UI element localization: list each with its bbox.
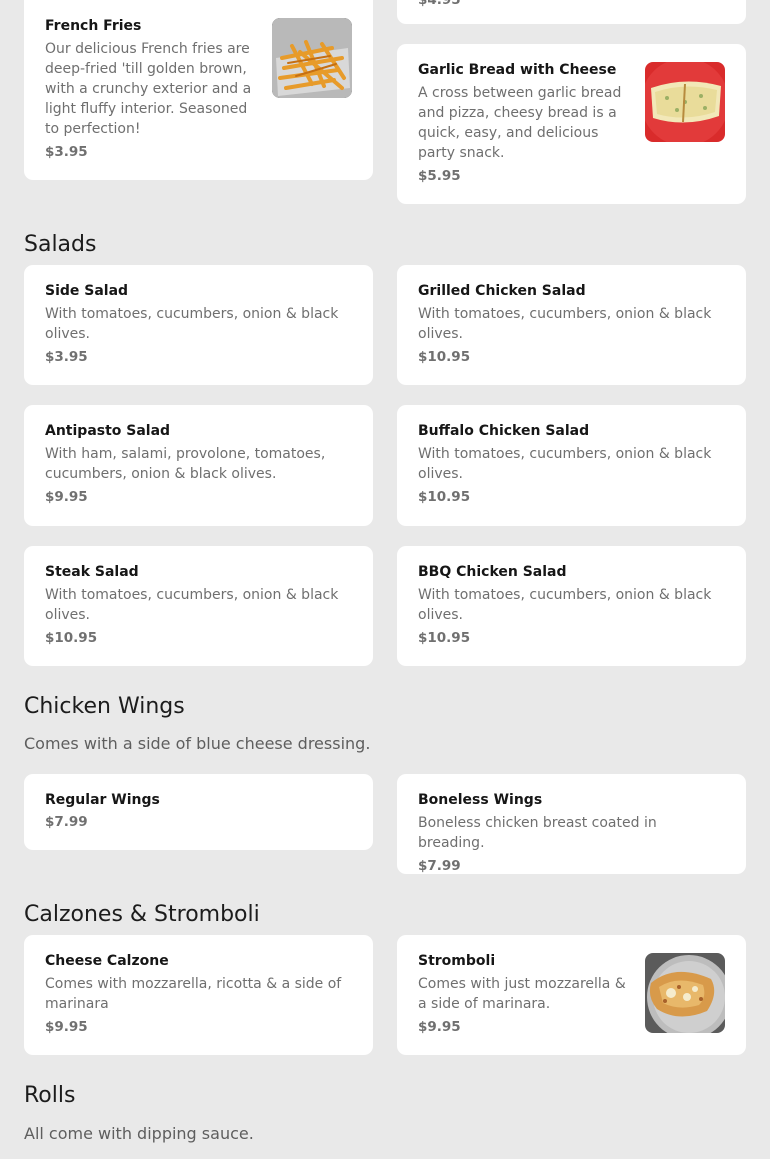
item-price: $4.95 (418, 0, 461, 8)
item-price: $9.95 (45, 489, 88, 505)
item-price: $9.95 (45, 1019, 88, 1035)
item-description: Comes with just mozzarella & a side of m… (418, 976, 626, 1012)
item-name: Boneless Wings (418, 792, 543, 808)
item-price: $9.95 (418, 1019, 461, 1035)
item-name: Grilled Chicken Salad (418, 283, 586, 299)
item-description: With tomatoes, cucumbers, onion & black … (418, 446, 712, 482)
menu-item-grilled-chicken-salad[interactable]: Grilled Chicken Salad With tomatoes, cuc… (397, 265, 746, 385)
menu-item-cheese-calzone[interactable]: Cheese Calzone Comes with mozzarella, ri… (24, 935, 373, 1055)
item-price: $10.95 (418, 349, 471, 365)
item-description: With tomatoes, cucumbers, onion & black … (45, 306, 339, 342)
french-fries-photo (272, 18, 352, 98)
section-title-chicken-wings: Chicken Wings (24, 694, 185, 719)
item-price: $7.99 (45, 814, 88, 830)
section-note-rolls: All come with dipping sauce. (24, 1124, 254, 1143)
menu-item-buffalo-chicken-salad[interactable]: Buffalo Chicken Salad With tomatoes, cuc… (397, 405, 746, 526)
item-description: With tomatoes, cucumbers, onion & black … (45, 587, 339, 623)
item-description: With tomatoes, cucumbers, onion & black … (418, 306, 712, 342)
item-price: $10.95 (45, 630, 98, 646)
menu-item-steak-salad[interactable]: Steak Salad With tomatoes, cucumbers, on… (24, 546, 373, 666)
item-price: $7.99 (418, 858, 461, 874)
item-description: Boneless chicken breast coated in breadi… (418, 815, 657, 851)
section-title-calzones: Calzones & Stromboli (24, 902, 260, 927)
menu-item-card-cutoff[interactable]: $4.95 (397, 0, 746, 24)
item-description: Comes with mozzarella, ricotta & a side … (45, 976, 342, 1012)
item-name: Side Salad (45, 283, 129, 299)
section-title-salads: Salads (24, 232, 97, 257)
menu-item-stromboli[interactable]: Stromboli Comes with just mozzarella & a… (397, 935, 746, 1055)
item-name: Regular Wings (45, 792, 160, 808)
menu-item-bbq-chicken-salad[interactable]: BBQ Chicken Salad With tomatoes, cucumbe… (397, 546, 746, 666)
item-name: Cheese Calzone (45, 953, 169, 969)
menu-item-regular-wings[interactable]: Regular Wings $7.99 (24, 774, 373, 850)
item-name: Buffalo Chicken Salad (418, 423, 590, 439)
item-name: Stromboli (418, 953, 496, 969)
stromboli-photo (645, 953, 725, 1033)
item-description: With ham, salami, provolone, tomatoes, c… (45, 446, 326, 482)
item-description: Our delicious French fries are deep-frie… (45, 41, 252, 137)
item-description: With tomatoes, cucumbers, onion & black … (418, 587, 712, 623)
item-description: A cross between garlic bread and pizza, … (418, 85, 622, 161)
menu-item-boneless-wings[interactable]: Boneless Wings Boneless chicken breast c… (397, 774, 746, 874)
menu-item-french-fries[interactable]: French Fries Our delicious French fries … (24, 0, 373, 180)
item-name: Antipasto Salad (45, 423, 171, 439)
item-name: Steak Salad (45, 564, 139, 580)
section-note-chicken-wings: Comes with a side of blue cheese dressin… (24, 734, 371, 753)
menu-item-side-salad[interactable]: Side Salad With tomatoes, cucumbers, oni… (24, 265, 373, 385)
item-name: BBQ Chicken Salad (418, 564, 567, 580)
menu-item-antipasto-salad[interactable]: Antipasto Salad With ham, salami, provol… (24, 405, 373, 526)
menu-item-garlic-bread[interactable]: Garlic Bread with Cheese A cross between… (397, 44, 746, 204)
garlic-bread-photo (645, 62, 725, 142)
item-name: French Fries (45, 18, 142, 34)
item-price: $3.95 (45, 349, 88, 365)
item-price: $10.95 (418, 630, 471, 646)
item-name: Garlic Bread with Cheese (418, 62, 617, 78)
section-title-rolls: Rolls (24, 1083, 76, 1108)
item-price: $3.95 (45, 144, 88, 160)
item-price: $5.95 (418, 168, 461, 184)
item-price: $10.95 (418, 489, 471, 505)
